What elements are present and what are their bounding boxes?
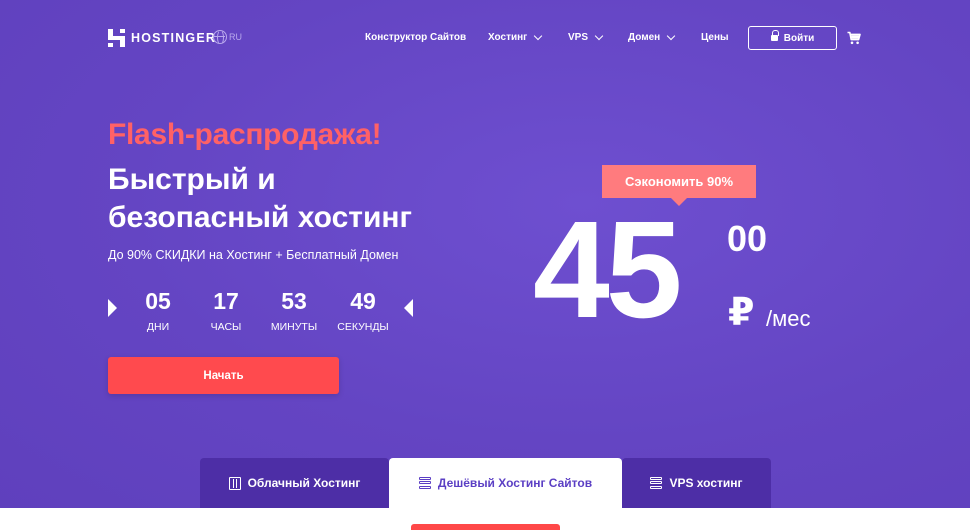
nav-domain[interactable]: Домен	[628, 31, 676, 43]
hostinger-logo-icon	[108, 29, 125, 47]
tab-label: VPS хостинг	[669, 476, 743, 490]
language-selector[interactable]: RU	[213, 30, 242, 45]
countdown-hours: 17 ЧАСЫ	[195, 288, 257, 333]
countdown-seconds-label: СЕКУНДЫ	[337, 321, 389, 333]
countdown-seconds-value: 49	[350, 288, 376, 314]
server-stack-icon	[418, 476, 431, 490]
server-stack-icon	[650, 476, 663, 490]
cart-icon[interactable]	[847, 31, 861, 45]
tab-cheap-hosting[interactable]: Дешёвый Хостинг Сайтов	[389, 458, 622, 508]
language-code: RU	[229, 32, 242, 42]
tab-label: Дешёвый Хостинг Сайтов	[437, 476, 593, 490]
triangle-left-icon	[404, 299, 413, 317]
cta-button-peek[interactable]	[411, 524, 560, 530]
nav-label: Домен	[628, 32, 661, 43]
countdown-hours-value: 17	[213, 288, 239, 314]
countdown-timer: 05 ДНИ 17 ЧАСЫ 53 МИНУТЫ 49 СЕКУНДЫ	[108, 288, 414, 338]
countdown-hours-label: ЧАСЫ	[210, 321, 242, 333]
price-cents: 00	[727, 218, 768, 259]
countdown-days-label: ДНИ	[146, 321, 170, 333]
countdown-minutes: 53 МИНУТЫ	[263, 288, 325, 333]
tab-label: Облачный Хостинг	[247, 476, 361, 490]
nav-prices[interactable]: Цены	[701, 32, 729, 43]
headline-line-2: безопасный хостинг	[108, 201, 413, 234]
headline-line-1: Быстрый и	[108, 163, 276, 196]
login-label: Войти	[783, 32, 815, 44]
chevron-down-icon	[534, 31, 543, 40]
countdown-days: 05 ДНИ	[127, 288, 189, 333]
countdown-minutes-value: 53	[281, 288, 307, 314]
tab-vps-hosting[interactable]: VPS хостинг	[622, 458, 771, 508]
nav-label: Цены	[701, 32, 729, 43]
hero-headline: Быстрый и безопасный хостинг	[108, 161, 412, 237]
tab-cloud-hosting[interactable]: Облачный Хостинг	[200, 458, 389, 508]
countdown-seconds: 49 СЕКУНДЫ	[332, 288, 394, 333]
price-amount: 45	[533, 193, 682, 347]
flash-sale-title: Flash-распродажа!	[108, 118, 382, 151]
nav-label: Конструктор Сайтов	[365, 32, 467, 43]
triangle-right-icon	[108, 299, 117, 317]
hero-subline: До 90% СКИДКИ на Хостинг + Бесплатный До…	[108, 248, 399, 262]
nav-vps[interactable]: VPS	[568, 31, 604, 43]
price-currency: ₽	[728, 292, 755, 334]
nav-label: Хостинг	[488, 32, 528, 43]
chevron-down-icon	[666, 31, 676, 40]
brand-name: HOSTINGER	[131, 31, 217, 45]
globe-icon	[213, 30, 227, 45]
lock-icon	[770, 30, 779, 42]
nav-site-builder[interactable]: Конструктор Сайтов	[365, 32, 466, 43]
server-grid-icon	[228, 476, 241, 490]
nav-label: VPS	[568, 32, 589, 43]
chevron-down-icon	[594, 31, 604, 40]
countdown-minutes-label: МИНУТЫ	[270, 321, 318, 333]
login-button[interactable]: Войти	[748, 26, 837, 50]
nav-hosting[interactable]: Хостинг	[488, 31, 543, 43]
brand-logo[interactable]: HOSTINGER	[108, 29, 216, 47]
countdown-days-value: 05	[145, 288, 171, 314]
price-period: /мес	[766, 306, 811, 331]
start-button[interactable]: Начать	[108, 357, 339, 394]
